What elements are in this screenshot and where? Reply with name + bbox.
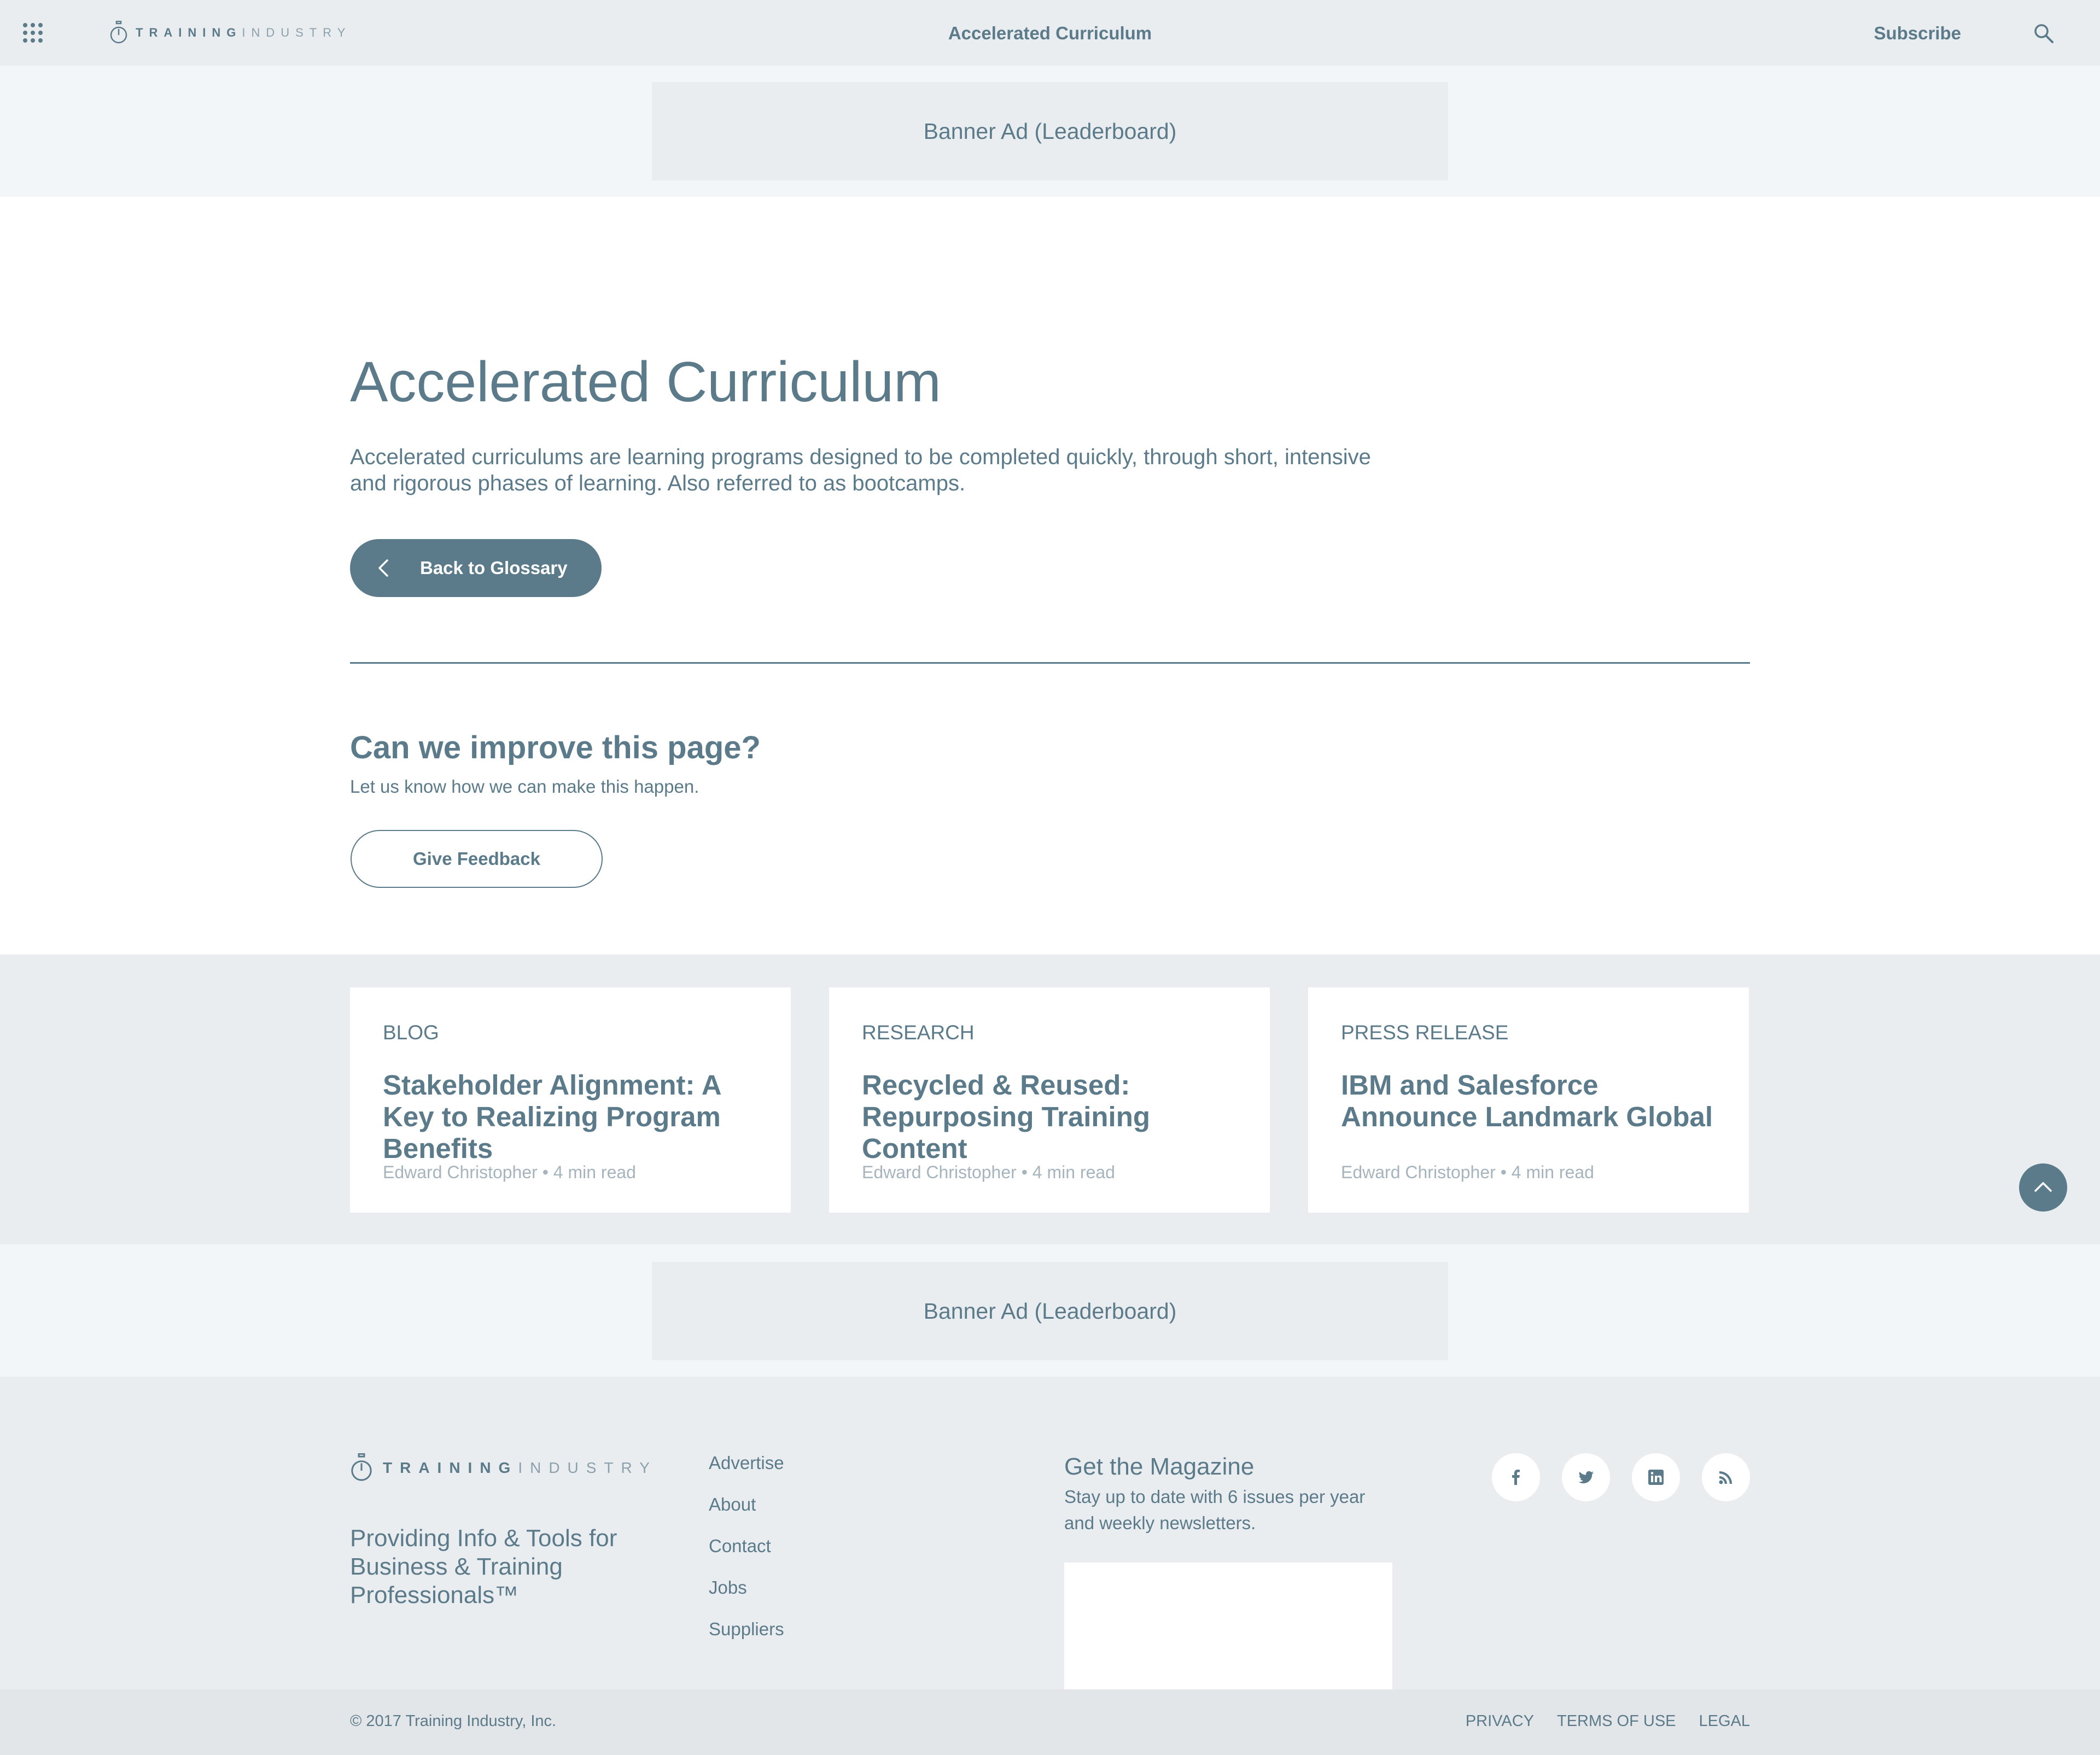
- magazine-title: Get the Magazine: [1064, 1453, 1255, 1480]
- card-meta: Edward Christopher • 4 min read: [1341, 1162, 1594, 1182]
- footer-brand-logo[interactable]: TRAININGINDUSTRY: [350, 1453, 657, 1483]
- footer-link-contact[interactable]: Contact: [709, 1535, 784, 1577]
- footer-brand-wordmark: TRAININGINDUSTRY: [383, 1459, 657, 1476]
- twitter-icon: [1578, 1471, 1594, 1484]
- related-card[interactable]: BLOG Stakeholder Alignment: A Key to Rea…: [350, 987, 791, 1213]
- footer-tagline: Providing Info & Tools for Business & Tr…: [350, 1525, 617, 1608]
- back-to-glossary-button[interactable]: Back to Glossary: [350, 539, 602, 597]
- back-to-glossary-label: Back to Glossary: [420, 558, 568, 578]
- privacy-link[interactable]: PRIVACY: [1466, 1712, 1534, 1730]
- card-category: PRESS RELEASE: [1341, 1021, 1509, 1044]
- footer-link-about[interactable]: About: [709, 1494, 784, 1535]
- footer-bottom-bar: © 2017 Training Industry, Inc. PRIVACY T…: [0, 1689, 2100, 1755]
- site-footer: TRAININGINDUSTRY Providing Info & Tools …: [0, 1377, 2100, 1689]
- search-icon[interactable]: [2033, 23, 2054, 44]
- stopwatch-icon: [351, 1453, 372, 1481]
- section-divider: [350, 662, 1750, 664]
- footer-link-jobs[interactable]: Jobs: [709, 1577, 784, 1618]
- top-ad-band: Banner Ad (Leaderboard): [0, 66, 2100, 197]
- chevron-up-icon: [2034, 1182, 2052, 1192]
- back-to-top-button[interactable]: [2019, 1163, 2067, 1212]
- top-nav: TRAININGINDUSTRY Accelerated Curriculum …: [0, 0, 2100, 66]
- improve-subtext: Let us know how we can make this happen.: [350, 776, 699, 797]
- glossary-definition: Accelerated curriculums are learning pro…: [350, 445, 1371, 495]
- card-title[interactable]: Stakeholder Alignment: A Key to Realizin…: [383, 1069, 766, 1165]
- give-feedback-button[interactable]: Give Feedback: [351, 830, 603, 888]
- magazine-signup-box[interactable]: [1064, 1563, 1392, 1689]
- chevron-left-icon: [378, 559, 388, 577]
- footer-link-suppliers[interactable]: Suppliers: [709, 1618, 784, 1660]
- twitter-button[interactable]: [1562, 1453, 1610, 1501]
- card-title[interactable]: IBM and Salesforce Announce Landmark Glo…: [1341, 1069, 1724, 1133]
- footer-link-advertise[interactable]: Advertise: [709, 1452, 784, 1494]
- terms-of-use-link[interactable]: TERMS OF USE: [1557, 1712, 1676, 1730]
- page-title: Accelerated Curriculum: [350, 350, 941, 414]
- banner-ad-bottom[interactable]: Banner Ad (Leaderboard): [652, 1262, 1448, 1360]
- subscribe-link[interactable]: Subscribe: [1874, 23, 1961, 44]
- rss-icon: [1719, 1471, 1732, 1484]
- bottom-ad-band: Banner Ad (Leaderboard): [0, 1244, 2100, 1377]
- footer-links: Advertise About Contact Jobs Suppliers: [709, 1452, 784, 1660]
- legal-links: PRIVACY TERMS OF USE LEGAL: [1466, 1712, 1750, 1730]
- card-category: RESEARCH: [862, 1021, 975, 1044]
- banner-ad-top[interactable]: Banner Ad (Leaderboard): [652, 82, 1448, 180]
- linkedin-icon: [1648, 1470, 1664, 1485]
- rss-button[interactable]: [1702, 1453, 1750, 1501]
- related-card[interactable]: PRESS RELEASE IBM and Salesforce Announc…: [1308, 987, 1749, 1213]
- card-meta: Edward Christopher • 4 min read: [383, 1162, 636, 1182]
- related-content-section: BLOG Stakeholder Alignment: A Key to Rea…: [0, 955, 2100, 1244]
- magazine-subtext: Stay up to date with 6 issues per year a…: [1064, 1487, 1366, 1533]
- linkedin-button[interactable]: [1632, 1453, 1680, 1501]
- related-card[interactable]: RESEARCH Recycled & Reused: Repurposing …: [829, 987, 1270, 1213]
- facebook-icon: [1512, 1470, 1520, 1485]
- improve-heading: Can we improve this page?: [350, 730, 761, 765]
- nav-page-title: Accelerated Curriculum: [948, 23, 1152, 43]
- legal-link[interactable]: LEGAL: [1699, 1712, 1751, 1730]
- card-category: BLOG: [383, 1021, 439, 1044]
- card-title[interactable]: Recycled & Reused: Repurposing Training …: [862, 1069, 1245, 1165]
- facebook-button[interactable]: [1492, 1453, 1540, 1501]
- copyright-text: © 2017 Training Industry, Inc.: [350, 1712, 557, 1730]
- card-meta: Edward Christopher • 4 min read: [862, 1162, 1115, 1182]
